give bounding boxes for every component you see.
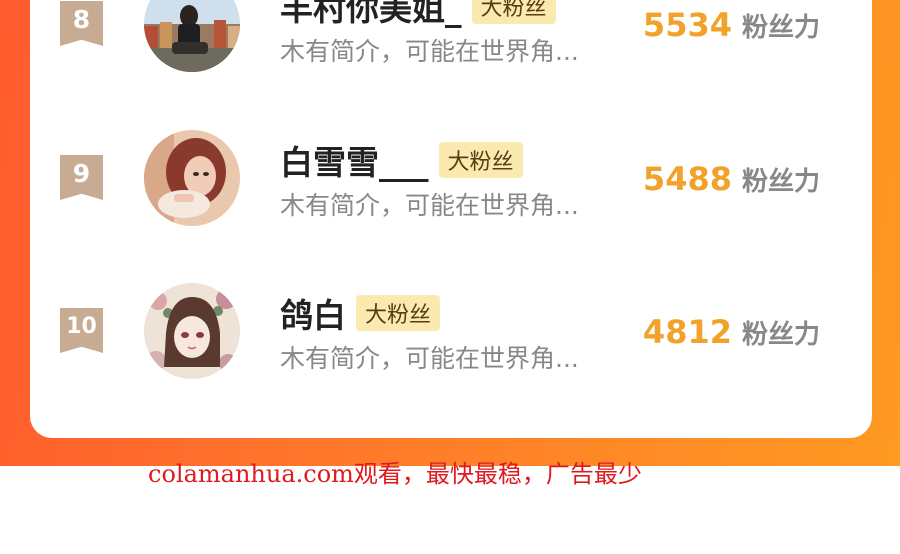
rank-badge: 10 [60, 308, 103, 353]
ranking-row[interactable]: 10 鸽白 大粉丝 木有简介，可能在世界角... 4812 粉丝力 [30, 283, 872, 383]
fan-power-score: 5534 [642, 6, 732, 44]
user-name[interactable]: 丰村你美姐_ [280, 0, 462, 30]
user-name[interactable]: 白雪雪___ [280, 136, 429, 184]
ranking-row[interactable]: 9 白雪雪___ 大粉丝 木有简介，可能在世界角... 5488 粉丝力 [30, 130, 872, 230]
site-watermark: colamanhua.com观看，最快最稳，广告最少 [148, 460, 642, 488]
rank-badge: 9 [60, 155, 103, 200]
avatar[interactable] [144, 283, 240, 379]
rank-badge: 8 [60, 1, 103, 46]
fan-level-tag: 大粉丝 [356, 295, 441, 331]
fan-power-unit: 粉丝力 [741, 167, 820, 197]
fan-power-unit: 粉丝力 [741, 320, 820, 350]
user-bio: 木有简介，可能在世界角... [280, 37, 579, 66]
avatar[interactable] [144, 130, 240, 226]
user-bio: 木有简介，可能在世界角... [280, 191, 579, 220]
user-bio: 木有简介，可能在世界角... [280, 344, 579, 373]
fan-ranking-card: 8 丰村你美姐_ 大粉丝 木有简介，可能在世界角... 5534 粉丝力 9 白… [30, 0, 872, 438]
fan-level-tag: 大粉丝 [438, 142, 523, 178]
user-name[interactable]: 鸽白 [280, 289, 346, 337]
fan-power-score: 4812 [642, 313, 732, 351]
fan-power-unit: 粉丝力 [741, 13, 820, 43]
avatar[interactable] [144, 0, 240, 72]
fan-level-tag: 大粉丝 [471, 0, 556, 24]
fan-power-score: 5488 [642, 160, 732, 198]
ranking-row[interactable]: 8 丰村你美姐_ 大粉丝 木有简介，可能在世界角... 5534 粉丝力 [30, 0, 872, 76]
